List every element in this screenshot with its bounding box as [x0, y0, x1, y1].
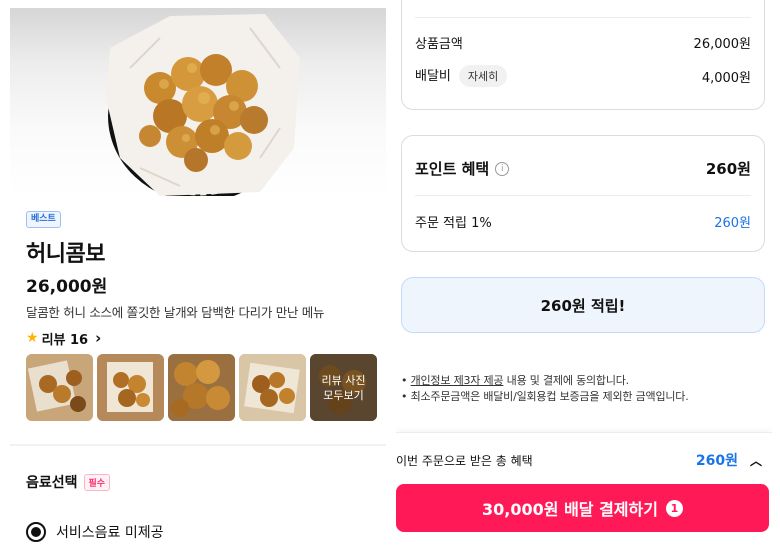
min-order-notice-text: 최소주문금액은 배달비/일회용컵 보증금을 제외한 금액입니다. [410, 390, 689, 403]
order-summary-panel: 상품금액 26,000원 배달비 자세히 4,000원 포인트 혜택 i 260원… [396, 0, 772, 550]
min-order-notice: • 최소주문금액은 배달비/일회용컵 보증금을 제외한 금액입니다. [401, 390, 689, 403]
privacy-third-party-link[interactable]: 개인정보 제3자 제공 [411, 374, 504, 387]
point-benefit-header: 포인트 혜택 i 260원 [415, 158, 751, 179]
product-price: 26,000원 [26, 277, 108, 297]
point-benefit-title: 포인트 혜택 [415, 160, 490, 178]
privacy-notice: • 개인정보 제3자 제공 내용 및 결제에 동의합니다. [401, 374, 630, 387]
chevron-up-icon[interactable]: ︿ [750, 452, 762, 469]
best-badge: 베스트 [26, 211, 61, 228]
delivery-fee-detail-button[interactable]: 자세히 [458, 65, 508, 87]
subtotal-row: 상품금액 26,000원 [415, 33, 751, 52]
drink-option-title: 음료선택 [26, 475, 78, 491]
point-benefit-card: 포인트 혜택 i 260원 주문 적립 1% 260원 [401, 135, 765, 252]
star-icon: ★ [26, 330, 39, 346]
product-title: 허니콤보 [26, 242, 105, 267]
total-benefit-row[interactable]: 이번 주문으로 받은 총 혜택 260원 ︿ [396, 450, 762, 470]
pay-button[interactable]: 30,000원 배달 결제하기 1 [396, 484, 769, 532]
privacy-notice-text: 내용 및 결제에 동의합니다. [503, 374, 630, 387]
delivery-fee-row: 배달비 자세히 4,000원 [415, 65, 751, 87]
drink-option-none[interactable]: 서비스음료 미제공 [26, 522, 164, 542]
pay-button-label: 30,000원 배달 결제하기 [482, 500, 658, 519]
review-photo-strip: 리뷰 사진 모두보기 [26, 354, 377, 421]
total-benefit-label: 이번 주문으로 받은 총 혜택 [396, 453, 533, 468]
order-notices: • 개인정보 제3자 제공 내용 및 결제에 동의합니다. • 최소주문금액은 … [401, 373, 689, 405]
view-all-review-photos-button[interactable]: 리뷰 사진 모두보기 [310, 354, 377, 421]
cart-count-badge: 1 [665, 499, 683, 517]
delivery-fee-value: 4,000원 [701, 70, 751, 86]
subtotal-value: 26,000원 [693, 37, 751, 52]
chevron-right-icon: › [95, 329, 102, 347]
section-divider [10, 444, 386, 446]
drink-option-label: 서비스음료 미제공 [56, 525, 164, 541]
order-earn-label: 주문 적립 1% [415, 216, 492, 231]
drink-option-header: 음료선택 필수 [26, 472, 111, 492]
card-divider [415, 17, 751, 18]
review-photo[interactable] [239, 354, 306, 421]
product-panel: 베스트 허니콤보 26,000원 달콤한 허니 소스에 쫄깃한 날개와 담백한 … [10, 0, 386, 550]
order-earn-value: 260원 [714, 216, 751, 231]
review-count: 리뷰 16 [41, 332, 89, 348]
price-summary-card: 상품금액 26,000원 배달비 자세히 4,000원 [401, 0, 765, 110]
review-photo[interactable] [168, 354, 235, 421]
review-link[interactable]: ★ 리뷰 16 › [26, 329, 102, 348]
total-benefit-value: 260원 [695, 453, 738, 469]
subtotal-label: 상품금액 [415, 37, 463, 52]
order-earn-row: 주문 적립 1% 260원 [415, 212, 751, 231]
point-earn-banner: 260원 적립! [401, 277, 765, 333]
checkout-bar: 이번 주문으로 받은 총 혜택 260원 ︿ 30,000원 배달 결제하기 1 [396, 432, 772, 550]
point-benefit-total: 260원 [705, 160, 751, 178]
product-hero-image [10, 8, 386, 196]
view-all-label-line1: 리뷰 사진 [321, 373, 366, 387]
required-badge: 필수 [83, 473, 111, 491]
review-photo[interactable] [97, 354, 164, 421]
radio-selected-icon[interactable] [26, 522, 46, 542]
info-icon[interactable]: i [495, 161, 510, 176]
product-description: 달콤한 허니 소스에 쫄깃한 날개와 담백한 다리가 만난 메뉴 [26, 305, 325, 320]
card-divider [415, 195, 751, 196]
view-all-label-line2: 모두보기 [323, 388, 364, 402]
review-photo[interactable] [26, 354, 93, 421]
delivery-fee-label: 배달비 [415, 69, 451, 84]
